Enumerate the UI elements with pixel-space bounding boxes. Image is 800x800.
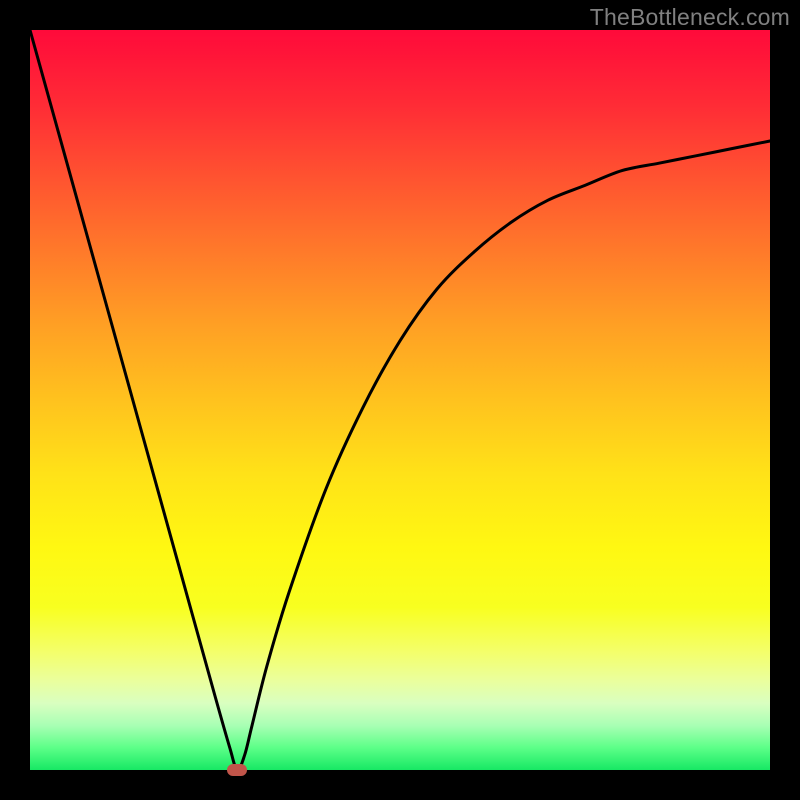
chart-frame: TheBottleneck.com <box>0 0 800 800</box>
watermark-text: TheBottleneck.com <box>590 4 790 31</box>
plot-area <box>30 30 770 770</box>
bottleneck-curve <box>30 30 770 770</box>
minimum-marker <box>227 764 247 776</box>
